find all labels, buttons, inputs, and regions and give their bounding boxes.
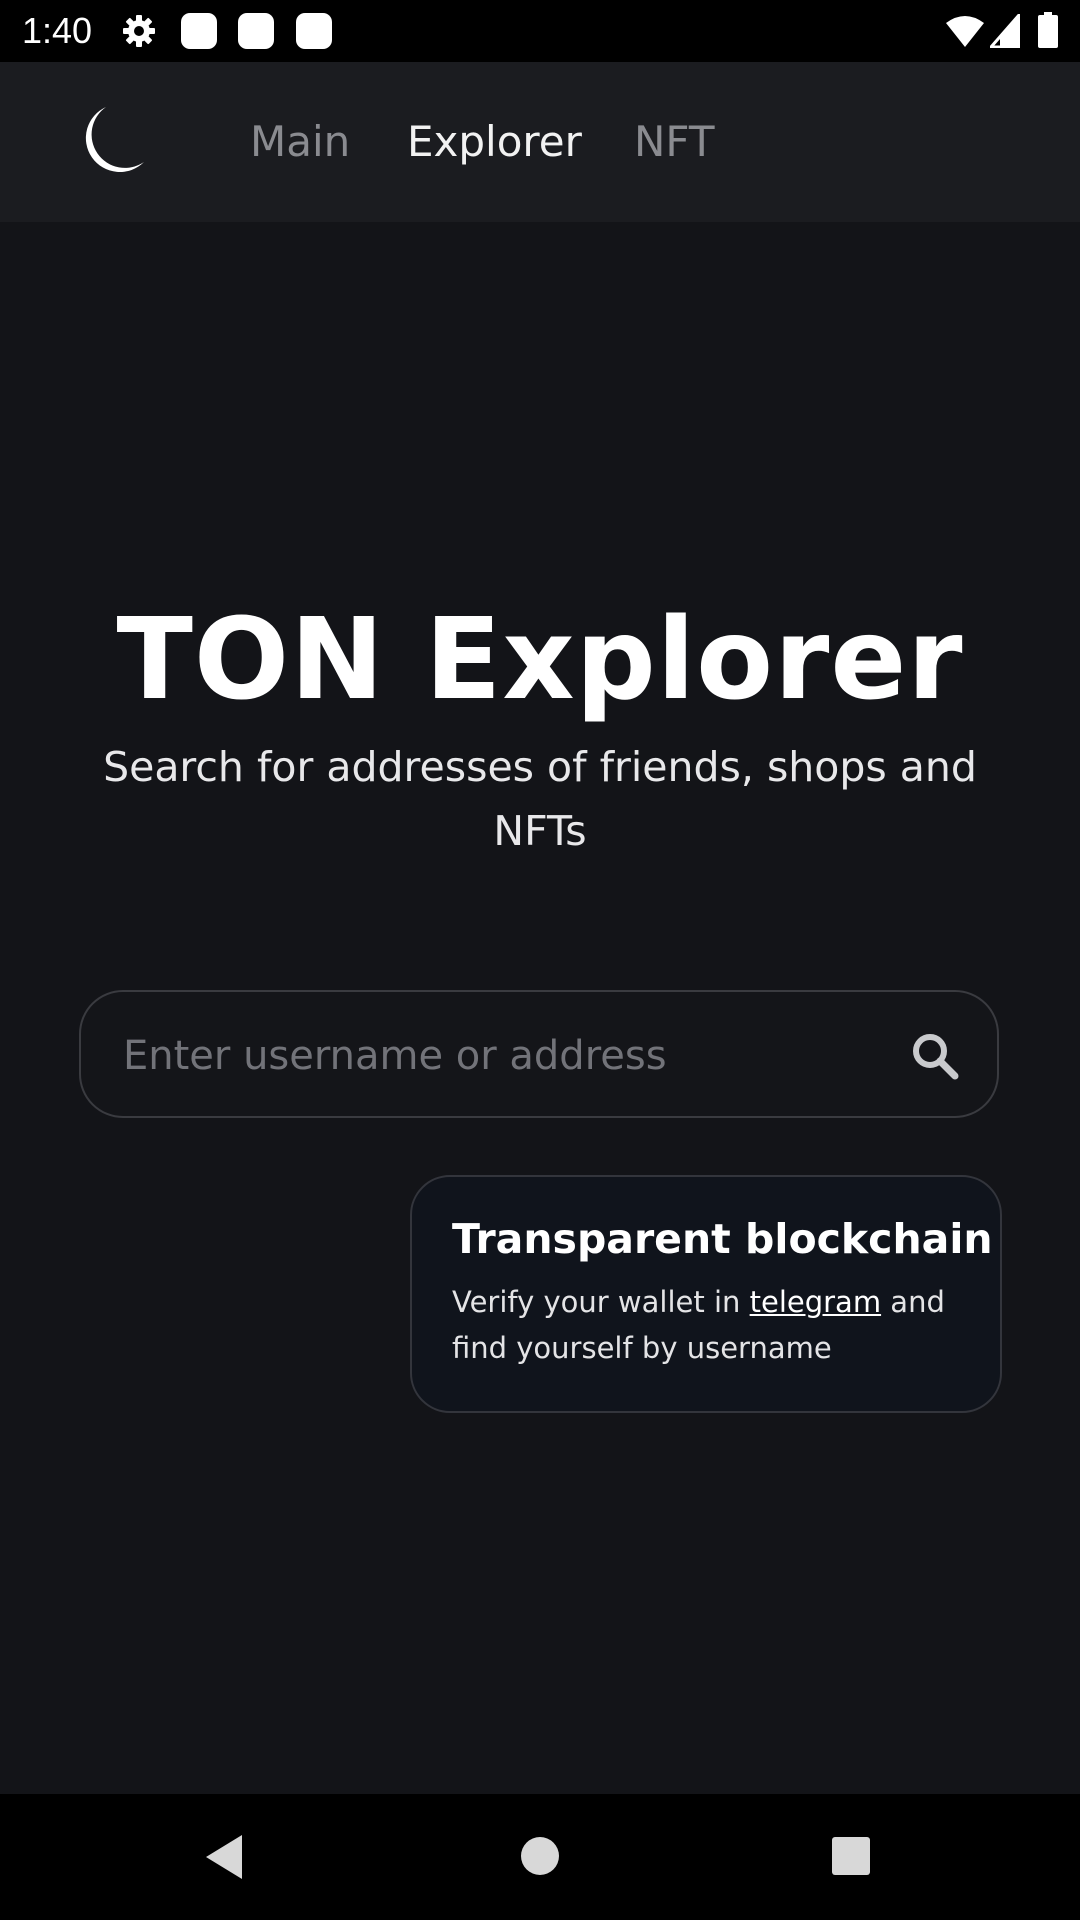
top-navigation: Main Explorer NFT <box>0 62 1080 222</box>
card-text-before: Verify your wallet in <box>452 1285 750 1319</box>
telegram-link[interactable]: telegram <box>750 1285 881 1319</box>
recents-icon[interactable] <box>831 1836 871 1880</box>
info-card: Transparent blockchain Verify your walle… <box>410 1175 1002 1413</box>
battery-icon <box>1038 12 1058 52</box>
page-title: TON Explorer <box>116 595 964 725</box>
notification-icon <box>237 12 275 54</box>
home-icon[interactable] <box>520 1836 560 1880</box>
card-text: Verify your wallet in telegram and find … <box>452 1279 960 1371</box>
moon-icon[interactable] <box>78 104 148 182</box>
nav-explorer[interactable]: Explorer <box>407 117 582 166</box>
page-subtitle: Search for addresses of friends, shops a… <box>103 743 977 855</box>
search-input[interactable] <box>121 1016 875 1096</box>
gear-icon <box>122 14 156 52</box>
back-icon[interactable] <box>204 1834 244 1884</box>
signal-icon <box>987 11 1021 52</box>
wifi-icon <box>945 14 985 52</box>
search-icon[interactable] <box>911 1032 959 1084</box>
nav-nft[interactable]: NFT <box>634 117 715 166</box>
status-bar: 1:40 <box>0 0 1080 62</box>
status-time: 1:40 <box>22 10 93 51</box>
search-box <box>79 990 999 1118</box>
notification-icon <box>180 12 218 54</box>
notification-icon <box>295 12 333 54</box>
card-title: Transparent blockchain <box>452 1215 993 1263</box>
system-navigation-bar <box>0 1794 1080 1920</box>
nav-main[interactable]: Main <box>250 117 350 166</box>
